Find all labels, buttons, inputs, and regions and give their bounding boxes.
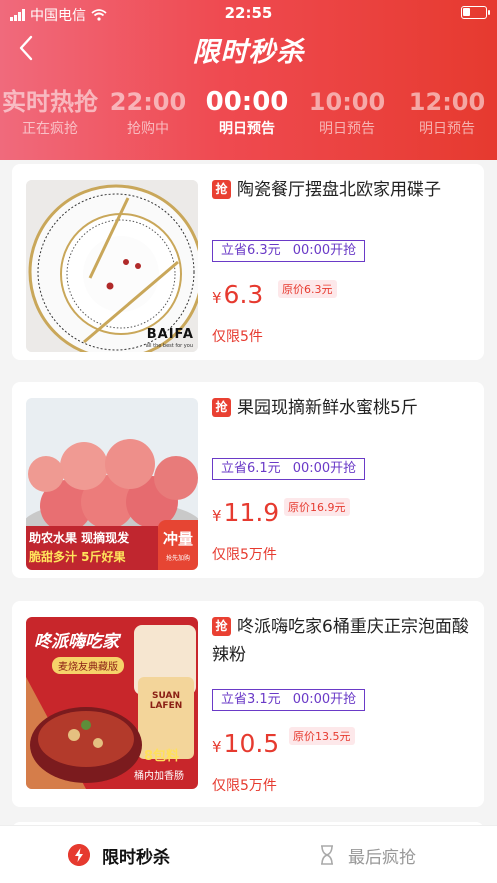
promo-tag: 立省6.3元 00:00开抢 <box>212 240 366 262</box>
image-badge-sub: 桶内加香肠 <box>134 771 184 782</box>
product-name: 抢果园现摘新鲜水蜜桃5斤 <box>212 394 472 422</box>
tab-label: 限时秒杀 <box>102 847 170 868</box>
tab-bar: 限时秒杀 最后疯抢 <box>0 825 497 883</box>
stock-limit: 仅限5件 <box>212 329 263 345</box>
promo-tag: 立省3.1元 00:00开抢 <box>212 689 366 711</box>
product-card[interactable]: 助农水果 现摘现发 脆甜多汁 5斤好果 冲量 抢先加购 抢果园现摘新鲜水蜜桃5斤… <box>12 382 484 578</box>
stock-limit: 仅限5万件 <box>212 778 277 794</box>
product-image: 助农水果 现摘现发 脆甜多汁 5斤好果 冲量 抢先加购 <box>26 398 198 570</box>
image-subtitle: 麦烧友典藏版 <box>52 657 124 674</box>
promo-badge: 冲量 抢先加购 <box>158 520 198 570</box>
stock-limit: 仅限5万件 <box>212 547 277 563</box>
tab-label: 最后疯抢 <box>348 847 416 868</box>
product-name: 抢陶瓷餐厅摆盘北欧家用碟子 <box>212 176 472 204</box>
time-slot-time: 00:00 <box>205 87 289 117</box>
hourglass-icon <box>321 845 333 865</box>
product-card[interactable]: BAIFA all the best for you 抢陶瓷餐厅摆盘北欧家用碟子… <box>12 164 484 360</box>
grab-badge: 抢 <box>212 398 231 417</box>
brand-logo: BAIFA <box>146 327 194 342</box>
time-slot-time: 10:00 <box>308 88 386 116</box>
grab-badge: 抢 <box>212 617 231 636</box>
sale-price: ¥11.9 <box>212 498 280 527</box>
product-image: 咚派嗨吃家 麦烧友典藏版 SUAN LAFEN 8包料 桶内加香肠 <box>26 617 198 789</box>
tab-flash-sale[interactable]: 限时秒杀 <box>68 826 170 883</box>
brand-tagline: all the best for you <box>145 343 193 349</box>
header: 中国电信 22:55 限时秒杀 实时热抢 正在疯抢 22:00 抢购中 00:0… <box>0 0 497 160</box>
time-slot-1200[interactable]: 12:00 明日预告 <box>397 86 497 140</box>
time-slot-1000[interactable]: 10:00 明日预告 <box>297 86 397 140</box>
page-title: 限时秒杀 <box>192 37 305 68</box>
time-slot-status: 明日预告 <box>419 121 475 137</box>
grab-badge: 抢 <box>212 180 231 199</box>
lightning-icon <box>68 844 90 866</box>
product-name: 抢咚派嗨吃家6桶重庆正宗泡面酸辣粉 <box>212 617 469 665</box>
sale-price: ¥10.5 <box>212 729 280 758</box>
image-badge: 8包料 <box>144 749 180 764</box>
time-slot-status: 明日预告 <box>319 121 375 137</box>
time-slot-status: 抢购中 <box>127 121 169 137</box>
original-price: 原价6.3元 <box>278 280 337 298</box>
time-slot-live[interactable]: 实时热抢 正在疯抢 <box>0 86 100 140</box>
time-slot-2200[interactable]: 22:00 抢购中 <box>98 86 198 140</box>
original-price: 原价16.9元 <box>284 498 350 516</box>
time-slot-time: 实时热抢 <box>2 88 98 116</box>
time-slot-time: 22:00 <box>109 88 187 116</box>
battery-icon <box>461 6 490 19</box>
tab-last-chance[interactable]: 最后疯抢 <box>318 826 416 883</box>
time-slot-time: 12:00 <box>408 88 486 116</box>
sale-price: ¥6.3 <box>212 280 264 309</box>
cup-brand: SUAN LAFEN <box>149 691 183 711</box>
time-slot-0000[interactable]: 00:00 明日预告 <box>197 86 297 140</box>
time-slot-status: 明日预告 <box>219 121 275 137</box>
promo-banner: 助农水果 现摘现发 脆甜多汁 5斤好果 <box>26 526 158 570</box>
status-bar: 中国电信 22:55 <box>0 0 497 26</box>
promo-tag: 立省6.1元 00:00开抢 <box>212 458 366 480</box>
original-price: 原价13.5元 <box>289 727 355 745</box>
time-slot-status: 正在疯抢 <box>22 121 78 137</box>
clock: 22:55 <box>224 4 273 22</box>
image-title: 咚派嗨吃家 <box>34 632 119 652</box>
time-slot-bar: 实时热抢 正在疯抢 22:00 抢购中 00:00 明日预告 10:00 明日预… <box>0 86 497 146</box>
product-image: BAIFA all the best for you <box>26 180 198 352</box>
product-card[interactable]: 咚派嗨吃家 麦烧友典藏版 SUAN LAFEN 8包料 桶内加香肠 抢咚派嗨吃家… <box>12 601 484 807</box>
